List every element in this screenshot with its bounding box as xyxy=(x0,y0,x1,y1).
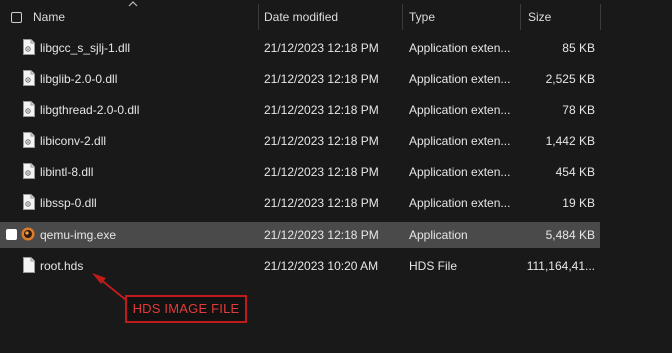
sort-ascending-icon xyxy=(128,1,138,7)
file-name[interactable]: libiconv-2.dll xyxy=(40,134,106,148)
size-column-header[interactable]: Size xyxy=(528,10,551,24)
dll-file-icon xyxy=(23,39,35,55)
file-row[interactable]: qemu-img.exe 21/12/2023 12:18 PM Applicati… xyxy=(0,222,600,248)
file-type: Application exten... xyxy=(409,72,511,86)
file-size: 85 KB xyxy=(562,41,595,55)
file-size: 111,164,41... xyxy=(526,259,595,273)
file-type: Application xyxy=(409,228,468,242)
generic-file-icon xyxy=(23,257,35,273)
file-name[interactable]: libglib-2.0-0.dll xyxy=(40,72,117,86)
dll-file-icon xyxy=(23,70,35,86)
file-name[interactable]: libgthread-2.0-0.dll xyxy=(40,103,139,117)
column-divider[interactable] xyxy=(258,4,259,30)
file-name[interactable]: libgcc_s_sjlj-1.dll xyxy=(40,41,130,55)
file-date-modified: 21/12/2023 12:18 PM xyxy=(264,228,379,242)
dll-file-icon xyxy=(23,194,35,210)
file-type: Application exten... xyxy=(409,103,511,117)
file-size: 2,525 KB xyxy=(545,72,595,86)
file-type: Application exten... xyxy=(409,41,511,55)
file-size: 1,442 KB xyxy=(545,134,595,148)
file-row[interactable]: libssp-0.dll 21/12/2023 12:18 PM Applicati… xyxy=(0,190,600,216)
file-type: HDS File xyxy=(409,259,458,273)
file-name[interactable]: root.hds xyxy=(40,259,83,273)
file-date-modified: 21/12/2023 12:18 PM xyxy=(264,41,379,55)
name-column-header[interactable]: Name xyxy=(33,10,65,24)
column-divider[interactable] xyxy=(520,4,521,30)
file-row[interactable]: root.hds 21/12/2023 10:20 AM HDS File 111,1… xyxy=(0,253,600,279)
dll-file-icon xyxy=(23,101,35,117)
file-name[interactable]: qemu-img.exe xyxy=(40,228,116,242)
select-all-checkbox[interactable] xyxy=(11,12,22,23)
row-checkbox[interactable] xyxy=(6,229,17,240)
file-size: 78 KB xyxy=(562,103,595,117)
annotation-label: HDS IMAGE FILE xyxy=(125,295,247,323)
file-date-modified: 21/12/2023 12:18 PM xyxy=(264,134,379,148)
dll-file-icon xyxy=(23,132,35,148)
file-row[interactable]: libgthread-2.0-0.dll 21/12/2023 12:18 PM A… xyxy=(0,97,600,123)
file-date-modified: 21/12/2023 12:18 PM xyxy=(264,103,379,117)
type-column-header[interactable]: Type xyxy=(409,10,435,24)
file-type: Application exten... xyxy=(409,165,511,179)
date-column-header[interactable]: Date modified xyxy=(264,10,338,24)
file-date-modified: 21/12/2023 12:18 PM xyxy=(264,72,379,86)
file-size: 19 KB xyxy=(562,196,595,210)
file-name[interactable]: libintl-8.dll xyxy=(40,165,93,179)
file-row[interactable]: libiconv-2.dll 21/12/2023 12:18 PM Applica… xyxy=(0,128,600,154)
file-row[interactable]: libgcc_s_sjlj-1.dll 21/12/2023 12:18 PM Ap… xyxy=(0,35,600,61)
file-row[interactable]: libglib-2.0-0.dll 21/12/2023 12:18 PM Appl… xyxy=(0,66,600,92)
file-row[interactable]: libintl-8.dll 21/12/2023 12:18 PM Applicat… xyxy=(0,159,600,185)
dll-file-icon xyxy=(23,163,35,179)
file-size: 5,484 KB xyxy=(545,228,595,242)
file-date-modified: 21/12/2023 10:20 AM xyxy=(264,259,379,273)
file-date-modified: 21/12/2023 12:18 PM xyxy=(264,196,379,210)
file-type: Application exten... xyxy=(409,134,511,148)
file-name[interactable]: libssp-0.dll xyxy=(40,196,97,210)
file-date-modified: 21/12/2023 12:18 PM xyxy=(264,165,379,179)
column-divider[interactable] xyxy=(600,4,601,30)
file-type: Application exten... xyxy=(409,196,511,210)
qemu-app-icon xyxy=(21,227,35,241)
column-header: Name Date modified Type Size xyxy=(0,0,672,34)
file-size: 454 KB xyxy=(555,165,595,179)
column-divider[interactable] xyxy=(402,4,403,30)
